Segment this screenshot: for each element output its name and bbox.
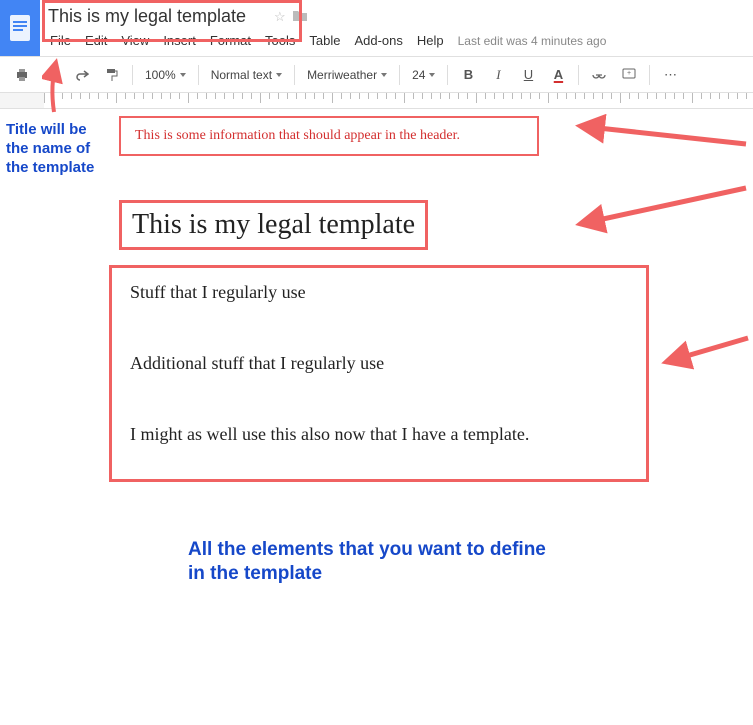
separator: [198, 65, 199, 85]
body-paragraph[interactable]: Additional stuff that I regularly use: [130, 353, 628, 374]
page-header-text[interactable]: This is some information that should app…: [119, 116, 539, 156]
paragraph-style-dropdown[interactable]: Normal text: [205, 62, 288, 88]
app-header: ☆ File Edit View Insert Format Tools Tab…: [0, 0, 753, 57]
separator: [578, 65, 579, 85]
menu-help[interactable]: Help: [417, 33, 444, 48]
menu-file[interactable]: File: [50, 33, 71, 48]
font-value: Merriweather: [307, 68, 377, 82]
last-edit-status: Last edit was 4 minutes ago: [458, 34, 607, 48]
separator: [649, 65, 650, 85]
link-icon: [591, 70, 607, 80]
horizontal-ruler: [0, 93, 753, 109]
paint-format-button[interactable]: [98, 62, 126, 88]
chevron-down-icon: [276, 73, 282, 77]
paint-roller-icon: [106, 68, 118, 82]
redo-icon: [75, 69, 89, 81]
toolbar: 100% Normal text Merriweather 24 B I U A…: [0, 57, 753, 93]
font-size-dropdown[interactable]: 24: [406, 62, 441, 88]
document-title-input[interactable]: [46, 4, 266, 29]
zoom-dropdown[interactable]: 100%: [139, 62, 192, 88]
menu-addons[interactable]: Add-ons: [354, 33, 402, 48]
document-body[interactable]: Stuff that I regularly use Additional st…: [109, 265, 649, 482]
document-heading[interactable]: This is my legal template: [119, 200, 428, 250]
text-color-button[interactable]: A: [544, 62, 572, 88]
chevron-down-icon: [429, 73, 435, 77]
folder-icon[interactable]: [292, 9, 308, 25]
menu-insert[interactable]: Insert: [163, 33, 196, 48]
comment-icon: +: [622, 68, 636, 82]
menu-tools[interactable]: Tools: [265, 33, 295, 48]
font-dropdown[interactable]: Merriweather: [301, 62, 393, 88]
bold-button[interactable]: B: [454, 62, 482, 88]
more-button[interactable]: ⋯: [656, 62, 684, 88]
document-canvas: This is some information that should app…: [44, 110, 745, 725]
print-icon: [15, 68, 29, 82]
menu-format[interactable]: Format: [210, 33, 251, 48]
undo-button[interactable]: [38, 62, 66, 88]
menu-bar: File Edit View Insert Format Tools Table…: [46, 29, 606, 54]
title-area: ☆ File Edit View Insert Format Tools Tab…: [40, 0, 612, 54]
menu-view[interactable]: View: [121, 33, 149, 48]
underline-button[interactable]: U: [514, 62, 542, 88]
paragraph-style-value: Normal text: [211, 68, 272, 82]
menu-edit[interactable]: Edit: [85, 33, 107, 48]
menu-table[interactable]: Table: [309, 33, 340, 48]
body-paragraph[interactable]: I might as well use this also now that I…: [130, 424, 628, 445]
annotation-title-note: Title will be the name of the template: [6, 121, 106, 177]
separator: [294, 65, 295, 85]
chevron-down-icon: [180, 73, 186, 77]
chevron-down-icon: [381, 73, 387, 77]
docs-logo[interactable]: [0, 0, 40, 56]
italic-button[interactable]: I: [484, 62, 512, 88]
separator: [399, 65, 400, 85]
svg-text:+: +: [627, 70, 631, 77]
separator: [132, 65, 133, 85]
redo-button[interactable]: [68, 62, 96, 88]
separator: [447, 65, 448, 85]
font-size-value: 24: [412, 68, 425, 82]
undo-icon: [45, 69, 59, 81]
docs-icon: [8, 13, 32, 43]
zoom-value: 100%: [145, 68, 176, 82]
print-button[interactable]: [8, 62, 36, 88]
star-icon[interactable]: ☆: [274, 9, 286, 25]
body-paragraph[interactable]: Stuff that I regularly use: [130, 282, 628, 303]
comment-button[interactable]: +: [615, 62, 643, 88]
annotation-body-note: All the elements that you want to define…: [188, 538, 558, 586]
link-button[interactable]: [585, 62, 613, 88]
